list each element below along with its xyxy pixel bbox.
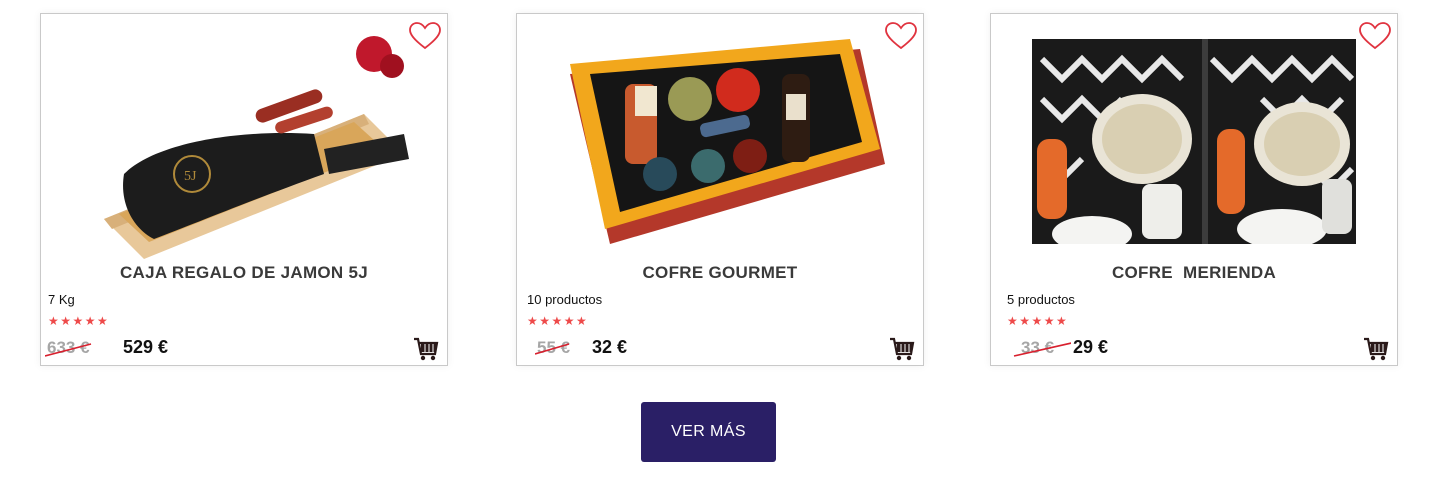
product-subtitle: 5 productos: [1007, 292, 1075, 307]
old-price: 33 €: [1013, 338, 1071, 358]
svg-text:5J: 5J: [184, 169, 197, 184]
product-title[interactable]: COFRE MERIENDA: [991, 263, 1397, 283]
product-title[interactable]: COFRE GOURMET: [517, 263, 923, 283]
cart-icon[interactable]: [413, 336, 439, 362]
price: 529 €: [123, 337, 169, 357]
product-image[interactable]: 5J: [41, 24, 447, 259]
rating-stars: ★★★★★: [527, 314, 589, 328]
product-subtitle: 10 productos: [527, 292, 603, 307]
ver-mas-button[interactable]: VER MÁS: [641, 402, 776, 462]
price: 29 €: [1073, 337, 1109, 357]
product-card[interactable]: COFRE MERIENDA 5 productos ★★★★★ 33 € 29…: [990, 13, 1398, 366]
product-title[interactable]: CAJA REGALO DE JAMON 5J: [41, 263, 447, 283]
strikethrough-line: [45, 343, 92, 357]
product-image[interactable]: [517, 24, 923, 259]
old-price: 633 €: [45, 338, 92, 358]
old-price: 55 €: [535, 338, 570, 358]
cart-icon[interactable]: [889, 336, 915, 362]
rating-stars: ★★★★★: [48, 314, 110, 328]
price: 32 €: [592, 337, 628, 357]
product-subtitle: 7 Kg: [48, 292, 75, 307]
strikethrough-line: [535, 343, 570, 355]
cart-icon[interactable]: [1363, 336, 1389, 362]
product-card[interactable]: 5J CAJA REGALO DE JAMON 5J 7 Kg ★★★★★ 63…: [40, 13, 448, 366]
rating-stars: ★★★★★: [1007, 314, 1069, 328]
product-card[interactable]: COFRE GOURMET 10 productos ★★★★★ 55 € 32…: [516, 13, 924, 366]
product-image[interactable]: [991, 39, 1397, 274]
strikethrough-line: [1013, 342, 1071, 357]
